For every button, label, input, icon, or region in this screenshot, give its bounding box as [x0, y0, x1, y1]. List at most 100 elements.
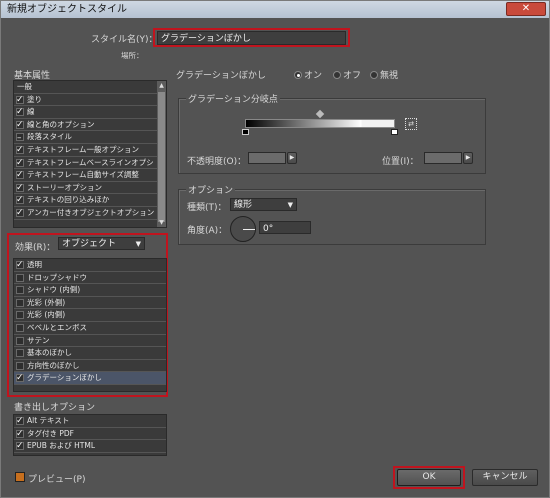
cancel-button[interactable]: キャンセル — [472, 469, 538, 486]
checkbox-icon[interactable] — [16, 415, 24, 428]
position-input[interactable] — [424, 152, 462, 164]
basic-attributes-scrollbar[interactable]: ▲ ▼ — [157, 81, 166, 227]
effects-target-dropdown[interactable]: オブジェクト ▼ — [58, 237, 145, 250]
stop-right-icon[interactable] — [391, 129, 398, 135]
position-arrow-button[interactable]: ▶ — [463, 152, 473, 164]
basic-attribute-row[interactable]: 線と角のオプション — [14, 119, 166, 131]
effect-row[interactable]: グラデーションぼかし — [14, 372, 166, 385]
checkbox-icon[interactable] — [16, 349, 24, 358]
stop-left-icon[interactable] — [242, 129, 249, 135]
export-option-label: EPUB および HTML — [27, 441, 96, 451]
type-dropdown[interactable]: 線形 ▼ — [230, 198, 297, 211]
export-option-row[interactable]: EPUB および HTML — [14, 440, 166, 453]
effect-row[interactable]: 方向性のぼかし — [14, 360, 166, 373]
export-options-list: Alt テキストタグ付き PDF EPUB および HTML — [13, 414, 167, 456]
export-option-row[interactable]: タグ付き PDF — [14, 428, 166, 440]
radio-off[interactable]: オフ — [333, 68, 361, 81]
gradient-ramp[interactable] — [245, 119, 395, 128]
effect-label: 基本のぼかし — [27, 348, 72, 358]
checkbox-icon[interactable] — [16, 169, 24, 182]
type-value: 線形 — [234, 200, 253, 210]
basic-attribute-label: テキストフレーム一般オプション — [27, 144, 140, 154]
checkbox-icon[interactable] — [16, 428, 24, 440]
effect-row[interactable]: サテン — [14, 335, 166, 348]
preview-checkbox[interactable] — [15, 472, 25, 482]
checkbox-icon[interactable] — [16, 182, 24, 194]
effect-label: 方向性のぼかし — [27, 360, 80, 370]
basic-attribute-row[interactable]: 段落スタイル — [14, 131, 166, 145]
checkbox-icon[interactable] — [16, 194, 24, 207]
reverse-gradient-icon[interactable]: ⇄ — [405, 118, 417, 130]
effect-row[interactable]: ベベルとエンボス — [14, 322, 166, 335]
checkbox-icon[interactable] — [16, 132, 24, 145]
angle-dial-needle — [243, 229, 255, 230]
basic-attribute-row[interactable]: ストーリーオプション — [14, 182, 166, 194]
angle-input[interactable]: 0° — [259, 221, 311, 234]
checkbox-icon[interactable] — [16, 298, 24, 307]
radio-on[interactable]: オン — [294, 68, 322, 81]
effect-row[interactable]: シャドウ (内側) — [14, 284, 166, 297]
basic-attribute-row[interactable]: テキストフレーム一般オプション — [14, 144, 166, 157]
checkbox-icon[interactable] — [16, 336, 24, 345]
basic-attribute-row[interactable]: アンカー付きオブジェクトオプション — [14, 207, 166, 220]
basic-attribute-row[interactable]: テキストフレームベースラインオプシ — [14, 157, 166, 169]
checkbox-icon[interactable] — [16, 323, 24, 332]
chevron-down-icon: ▼ — [287, 201, 293, 209]
checkbox-icon[interactable] — [16, 273, 24, 282]
basic-attribute-label: テキストの回り込みほか — [27, 195, 110, 205]
checkbox-icon[interactable] — [16, 361, 24, 370]
close-icon: ✕ — [521, 3, 531, 14]
basic-attribute-row[interactable]: テキストフレーム自動サイズ調整 — [14, 169, 166, 182]
checkbox-icon[interactable] — [16, 259, 24, 272]
opacity-input[interactable] — [248, 152, 286, 164]
style-name-label: スタイル名(Y)： — [91, 35, 158, 45]
basic-attribute-row[interactable]: 線 — [14, 106, 166, 119]
checkbox-icon[interactable] — [16, 207, 24, 220]
scroll-up-icon[interactable]: ▲ — [157, 81, 166, 90]
basic-attribute-row[interactable]: 塗り — [14, 94, 166, 106]
position-label: 位置(I)： — [382, 157, 419, 167]
export-option-row[interactable]: Alt テキスト — [14, 415, 166, 428]
checkbox-icon[interactable] — [16, 119, 24, 131]
export-option-label: Alt テキスト — [27, 416, 70, 425]
title-bar: 新規オブジェクトスタイル ✕ — [1, 1, 549, 18]
options-heading: オプション — [186, 183, 236, 196]
ok-button[interactable]: OK — [397, 469, 461, 486]
checkbox-icon[interactable] — [16, 286, 24, 295]
effect-row[interactable]: ドロップシャドウ — [14, 272, 166, 285]
options-group — [178, 189, 486, 245]
effect-label: サテン — [27, 335, 50, 345]
basic-attributes-list: 一般塗り線線と角のオプション段落スタイルテキストフレーム一般オプションテキストフ… — [13, 80, 167, 228]
angle-dial[interactable] — [230, 216, 256, 242]
checkbox-icon[interactable] — [16, 311, 24, 320]
checkbox-icon[interactable] — [16, 144, 24, 157]
effects-list: 透明ドロップシャドウシャドウ (内側) 光彩 (外側) 光彩 (内側) ベベルとエンボ… — [13, 258, 167, 392]
gradient-stops-heading: グラデーション分岐点 — [186, 92, 280, 105]
effects-label: 効果(R)： — [15, 243, 56, 253]
opacity-arrow-button[interactable]: ▶ — [287, 152, 297, 164]
close-button[interactable]: ✕ — [506, 2, 546, 16]
checkbox-icon[interactable] — [16, 372, 24, 385]
basic-attribute-label: 線 — [27, 107, 35, 117]
checkbox-icon[interactable] — [16, 440, 24, 453]
checkbox-icon[interactable] — [16, 157, 24, 169]
new-object-style-dialog: 新規オブジェクトスタイル ✕ スタイル名(Y)： グラデーションぼかし 場所： … — [0, 0, 550, 498]
basic-attribute-row[interactable]: 一般 — [14, 81, 166, 94]
effect-row[interactable]: 基本のぼかし — [14, 347, 166, 360]
effect-label: ドロップシャドウ — [27, 272, 87, 282]
effect-row[interactable]: 透明 — [14, 259, 166, 272]
scroll-thumb[interactable] — [158, 92, 165, 222]
checkbox-icon[interactable] — [16, 106, 24, 119]
style-name-input[interactable]: グラデーションぼかし — [157, 31, 346, 45]
angle-label: 角度(A)： — [187, 226, 228, 236]
window-title: 新規オブジェクトスタイル — [7, 4, 127, 15]
type-label: 種類(T)： — [187, 203, 227, 213]
radio-ignore[interactable]: 無視 — [370, 68, 398, 81]
checkbox-icon[interactable] — [16, 94, 24, 106]
effect-label: 光彩 (内側) — [27, 310, 66, 320]
basic-attribute-row[interactable]: テキストの回り込みほか — [14, 194, 166, 207]
effect-label: ベベルとエンボス — [27, 322, 87, 332]
scroll-down-icon[interactable]: ▼ — [157, 218, 166, 227]
effect-row[interactable]: 光彩 (内側) — [14, 309, 166, 322]
effect-row[interactable]: 光彩 (外側) — [14, 297, 166, 310]
